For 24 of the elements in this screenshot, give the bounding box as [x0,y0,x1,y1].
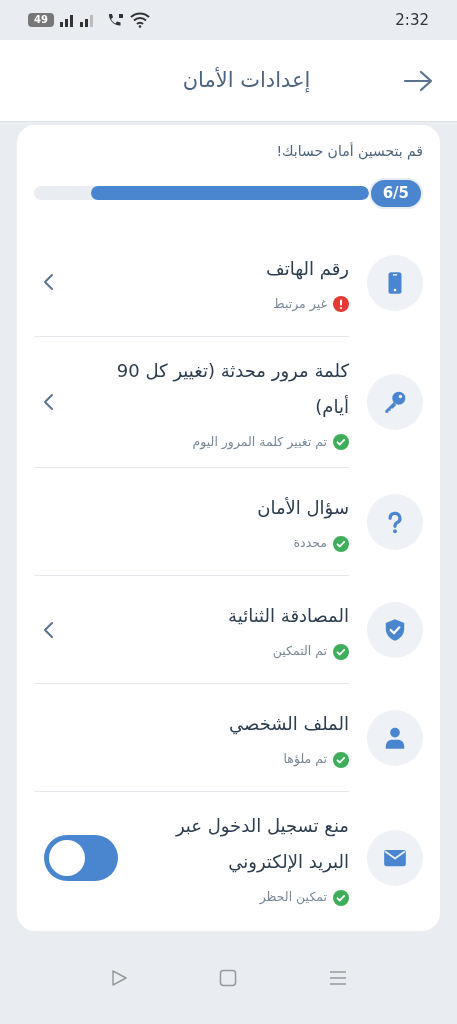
battery-indicator: 49 [28,13,54,27]
status-time: 2:32 [395,9,429,31]
item-title: رقم الهاتف [265,256,349,282]
item-title: الملف الشخصي [228,712,349,737]
item-title: كلمة مرور محدثة (تغيير كل 90 أيام) [115,358,349,419]
item-status: تمكين الحظر [259,888,327,907]
chevron-icon[interactable] [42,392,54,411]
chevron-icon[interactable] [42,620,54,639]
toggle-switch[interactable] [44,834,118,881]
wifi-icon [129,12,150,28]
progress-count: 6/5 [368,178,423,209]
item-title: منع تسجيل الدخول عبر البريد الإلكتروني [174,814,349,875]
page-title: إعدادات الأمان [182,66,311,95]
item-status: غير مرتبط [273,294,327,314]
item-title: سؤال الأمان [256,496,349,521]
item-title: المصادقة الثنائية [227,604,349,629]
progress-prompt: قم بتحسين أمان حسابك! [275,141,423,162]
item-status: تم التمكين [272,642,327,661]
item-status: تم تغيير كلمة المرور اليوم [192,432,327,452]
item-status: تم ملؤها [283,750,327,769]
item-status: محددة [293,534,327,553]
back-arrow-icon[interactable] [403,68,433,93]
key-icon [382,389,408,416]
chevron-icon[interactable] [42,273,54,291]
